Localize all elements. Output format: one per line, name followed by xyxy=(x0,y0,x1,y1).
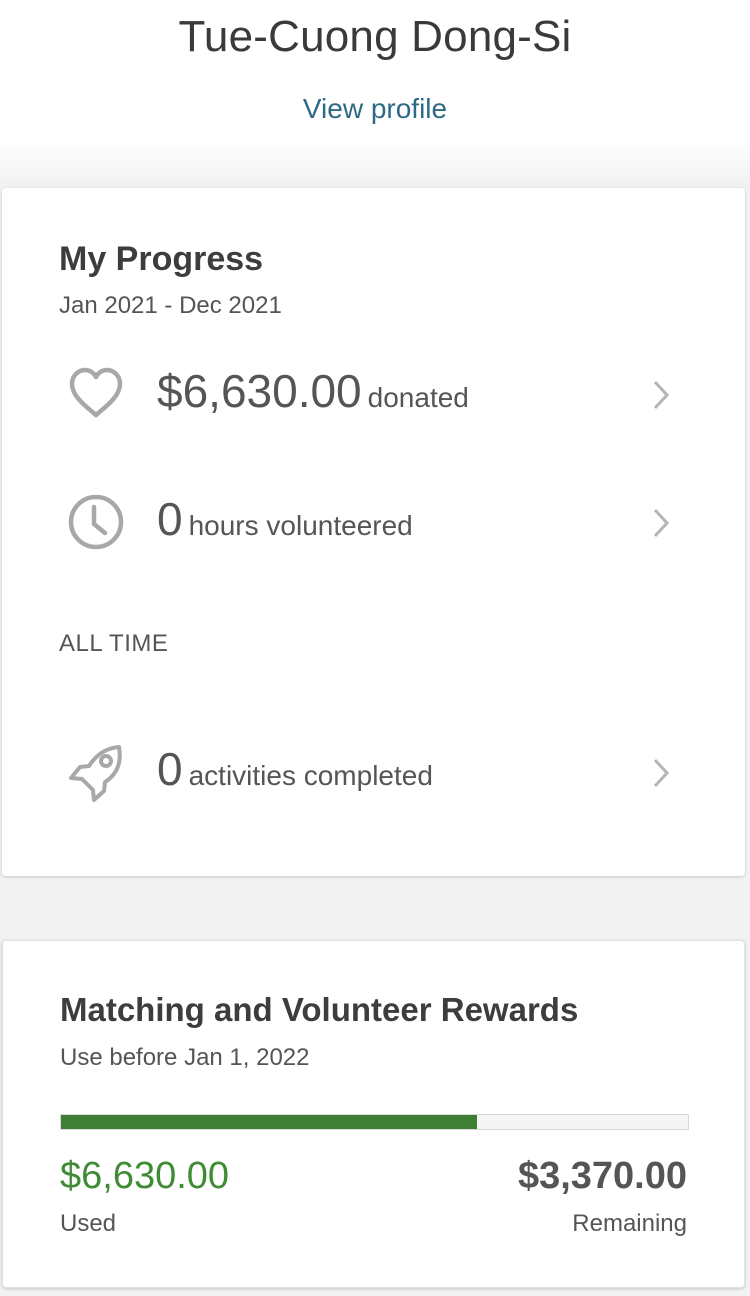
donated-amount: $6,630.00 xyxy=(157,365,362,417)
my-progress-card: My Progress Jan 2021 - Dec 2021 $6,630.0… xyxy=(2,188,745,876)
clock-icon xyxy=(68,494,124,550)
progress-title: My Progress xyxy=(59,240,264,278)
rewards-subtitle: Use before Jan 1, 2022 xyxy=(60,1044,310,1071)
rewards-progress-fill xyxy=(61,1115,477,1129)
donated-row[interactable]: $6,630.00 donated xyxy=(2,364,745,454)
hours-value: 0 hours volunteered xyxy=(157,492,413,546)
donated-value: $6,630.00 donated xyxy=(157,364,469,418)
remaining-amount: $3,370.00 xyxy=(517,1155,687,1197)
hours-amount: 0 xyxy=(157,493,183,545)
progress-period: Jan 2021 - Dec 2021 xyxy=(59,292,282,319)
activities-unit: activities completed xyxy=(188,760,433,791)
activities-value: 0 activities completed xyxy=(157,742,433,796)
hours-row[interactable]: 0 hours volunteered xyxy=(2,492,745,582)
chevron-right-icon xyxy=(653,380,670,410)
rewards-progress-bar xyxy=(60,1114,689,1130)
chevron-right-icon xyxy=(653,508,670,538)
hours-unit: hours volunteered xyxy=(188,510,413,541)
used-amount: $6,630.00 xyxy=(60,1155,230,1197)
rocket-icon xyxy=(69,745,122,802)
chevron-right-icon xyxy=(653,758,670,788)
user-name: Tue-Cuong Dong-Si xyxy=(178,12,572,61)
all-time-label: ALL TIME xyxy=(59,630,169,657)
activities-row[interactable]: 0 activities completed xyxy=(2,742,745,832)
donated-unit: donated xyxy=(367,382,469,413)
view-profile-link[interactable]: View profile xyxy=(0,93,750,125)
remaining-label: Remaining xyxy=(572,1210,687,1237)
heart-icon xyxy=(69,367,123,418)
used-label: Used xyxy=(60,1210,117,1237)
rewards-title: Matching and Volunteer Rewards xyxy=(60,991,579,1028)
activities-amount: 0 xyxy=(157,743,183,795)
profile-header: Tue-Cuong Dong-Si View profile xyxy=(0,0,750,188)
rewards-card: Matching and Volunteer Rewards Use befor… xyxy=(2,940,745,1288)
